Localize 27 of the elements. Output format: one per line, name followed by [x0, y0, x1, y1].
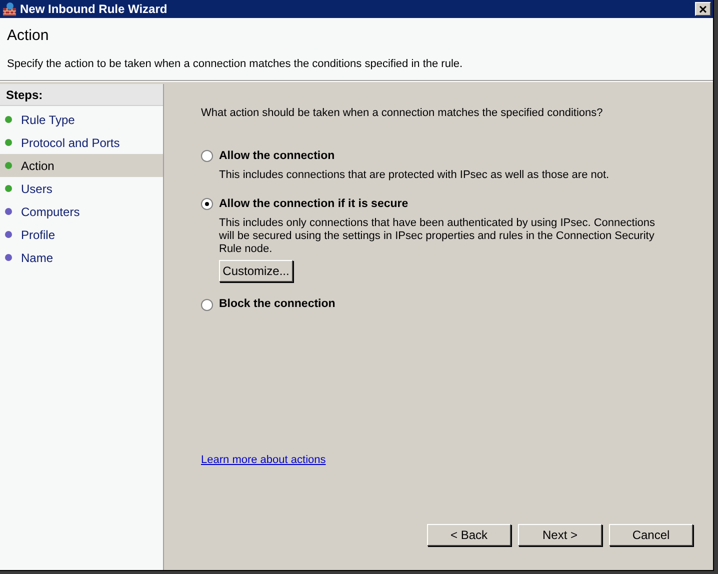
help-link[interactable]: Learn more about actions [201, 452, 326, 468]
next-button[interactable]: Next > [518, 524, 602, 546]
radio-button[interactable] [201, 298, 213, 311]
page-title: Action [7, 26, 50, 46]
option-label: Allow the connection if it is secure [219, 196, 408, 212]
radio-button[interactable] [201, 198, 213, 210]
step-item[interactable]: Protocol and Ports [0, 131, 163, 154]
option-description: This includes only connections that have been authenticated by using IPsec. Connections will be secured using the settings in IPsec properties and rules in the Connection Security Rule node. [219, 217, 656, 256]
back-button[interactable]: < Back [427, 524, 511, 546]
radio-button[interactable] [201, 150, 213, 162]
question-text: What action should be taken when a connection matches the specified conditions? [201, 106, 604, 121]
window-title: New Inbound Rule Wizard [20, 1, 168, 18]
step-item[interactable]: Action [0, 154, 163, 177]
page-description: Specify the action to be taken when a connection matches the conditions specified in the rule. [7, 56, 464, 72]
firewall-icon [2, 2, 17, 16]
step-item[interactable]: Profile [0, 223, 163, 246]
customize-button[interactable]: Customize... [219, 260, 293, 282]
steps-title: Steps: [0, 84, 163, 106]
option-description: This includes connections that are protected with IPsec as well as those are not. [219, 168, 610, 182]
close-button[interactable]: × [695, 2, 711, 16]
option-label: Block the connection [219, 297, 336, 312]
cancel-button[interactable]: Cancel [609, 524, 693, 546]
step-item[interactable]: Computers [0, 200, 163, 223]
step-item[interactable]: Rule Type [0, 108, 163, 131]
step-item[interactable]: Users [0, 177, 163, 200]
step-item[interactable]: Name [0, 246, 163, 269]
option-label: Allow the connection [219, 148, 335, 164]
